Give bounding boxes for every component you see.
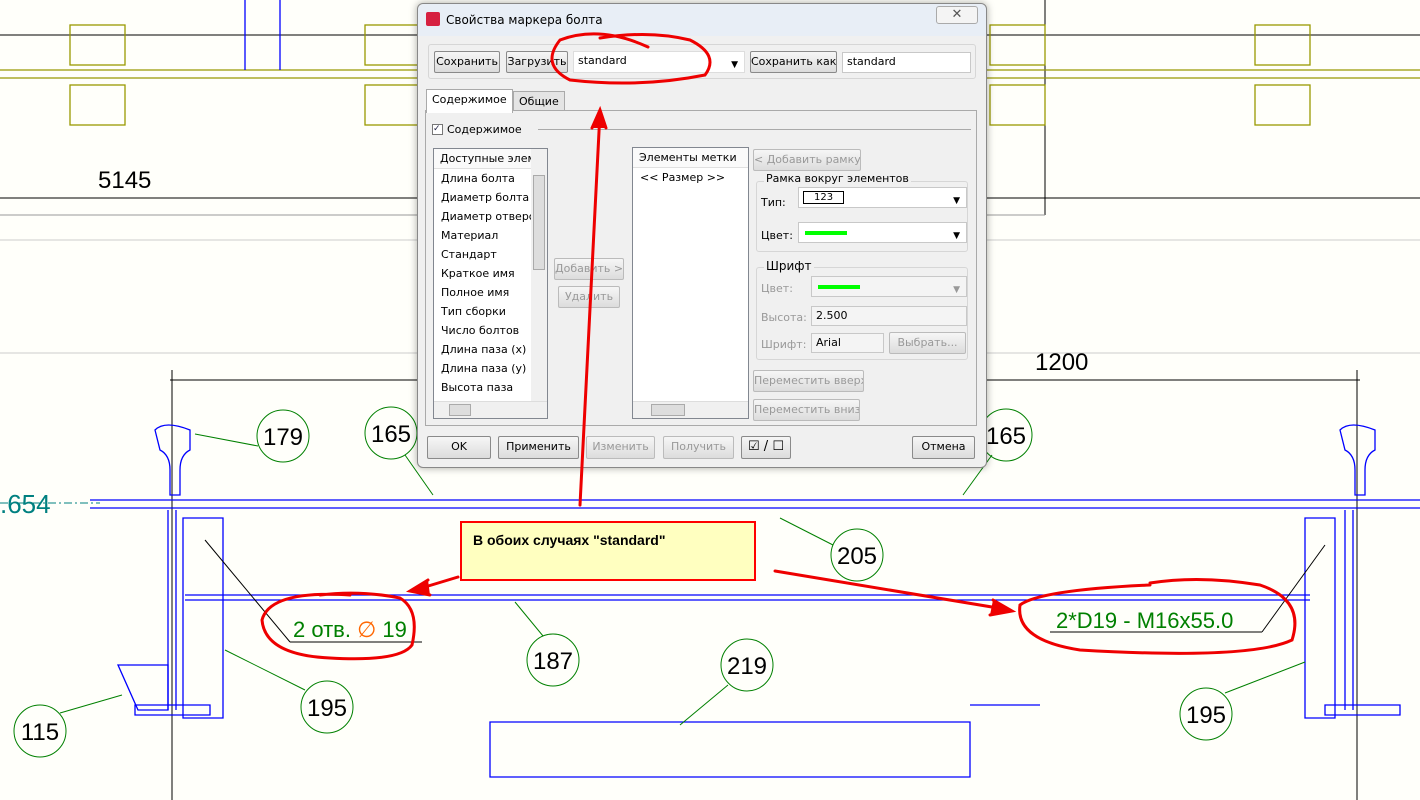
marker-elements-list[interactable]: Элементы метки << Размер >> — [632, 147, 749, 419]
bolt-label: 2*D19 - M16x55.0 — [1056, 608, 1233, 633]
font-height-label: Высота: — [761, 311, 807, 324]
font-name-label: Шрифт: — [761, 338, 807, 351]
svg-text:195: 195 — [307, 695, 347, 722]
callout-box: В обоих случаях "standard" — [460, 521, 756, 581]
tab-content[interactable]: Содержимое — [426, 89, 513, 113]
save-button[interactable]: Сохранить — [434, 51, 500, 73]
load-button[interactable]: Загрузить — [506, 51, 568, 73]
hole-label: 2 отв. ∅ 19 — [293, 617, 407, 642]
color-swatch — [805, 231, 847, 235]
svg-text:195: 195 — [1186, 702, 1226, 729]
dialog-title: Свойства маркера болта — [446, 13, 603, 27]
frame-type-select[interactable]: 123 ▼ — [798, 187, 967, 208]
dimension-5145: 5145 — [98, 167, 151, 194]
remove-button[interactable]: Удалить — [558, 286, 620, 308]
horizontal-scrollbar[interactable] — [633, 401, 748, 418]
part-bubble: 179 — [194, 409, 310, 463]
content-checkbox-label: Содержимое — [447, 123, 522, 136]
svg-text:165: 165 — [371, 421, 411, 448]
bolt-marker-properties-dialog: Свойства маркера болта ✕ Сохранить Загру… — [417, 3, 987, 468]
cancel-button[interactable]: Отмена — [912, 436, 975, 459]
save-as-button[interactable]: Сохранить как — [750, 51, 837, 73]
save-as-name-input[interactable]: standard — [842, 52, 971, 73]
svg-text:219: 219 — [727, 653, 767, 680]
chevron-down-icon: ▼ — [953, 285, 960, 295]
vertical-scrollbar[interactable] — [531, 149, 547, 401]
preset-combo[interactable]: standard ▼ — [573, 51, 745, 73]
apply-button[interactable]: Применить — [498, 436, 579, 459]
ok-button[interactable]: OK — [427, 436, 491, 459]
list-item[interactable]: << Размер >> — [633, 168, 748, 187]
get-button[interactable]: Получить — [663, 436, 734, 459]
part-bubble: 115 — [13, 694, 123, 758]
toggle-all-button[interactable]: ☑ / ☐ — [741, 436, 791, 459]
horizontal-scrollbar[interactable] — [434, 401, 547, 418]
dimension-elevation: .654 — [0, 489, 51, 519]
move-up-button[interactable]: Переместить вверх — [753, 370, 864, 392]
frame-group-title: Рамка вокруг элементов — [764, 172, 911, 185]
font-color-select[interactable]: ▼ — [811, 276, 967, 297]
chevron-down-icon: ▼ — [953, 196, 960, 206]
part-bubble: 187 — [514, 601, 580, 687]
frame-type-value: 123 — [803, 191, 845, 204]
svg-text:205: 205 — [837, 543, 877, 570]
add-frame-button[interactable]: < Добавить рамку — [753, 149, 861, 171]
tab-general[interactable]: Общие — [513, 91, 565, 112]
svg-text:165: 165 — [986, 423, 1026, 450]
svg-text:115: 115 — [21, 719, 59, 746]
move-down-button[interactable]: Переместить вниз — [753, 399, 860, 421]
frame-color-select[interactable]: ▼ — [798, 222, 967, 243]
available-elements-list[interactable]: Доступные элем Длина болта Диаметр болта Д… — [433, 148, 548, 419]
font-group-title: Шрифт — [764, 259, 814, 273]
chevron-down-icon: ▼ — [953, 231, 960, 241]
title-bar[interactable]: Свойства маркера болта ✕ — [418, 4, 986, 36]
part-bubble: 205 — [779, 517, 884, 582]
part-bubble: 195 — [224, 649, 354, 734]
svg-text:179: 179 — [263, 424, 303, 451]
part-bubble: 195 — [1179, 661, 1306, 741]
svg-text:187: 187 — [533, 648, 573, 675]
content-checkbox[interactable]: ✓ — [432, 124, 443, 135]
choose-font-button[interactable]: Выбрать... — [889, 332, 966, 354]
svg-text:В обоих случаях "standard": В обоих случаях "standard" — [473, 532, 665, 548]
divider — [538, 129, 971, 130]
font-color-label: Цвет: — [761, 282, 793, 295]
modify-button[interactable]: Изменить — [586, 436, 655, 459]
frame-color-label: Цвет: — [761, 229, 793, 242]
list-header: Элементы метки — [633, 148, 748, 168]
font-name-input[interactable]: Arial — [811, 333, 884, 353]
font-height-input[interactable]: 2.500 — [811, 306, 967, 326]
close-button[interactable]: ✕ — [936, 6, 978, 24]
preset-value: standard — [578, 54, 627, 67]
chevron-down-icon: ▼ — [731, 60, 738, 70]
frame-type-label: Тип: — [761, 196, 786, 209]
color-swatch — [818, 285, 860, 289]
dimension-1200: 1200 — [1035, 349, 1088, 376]
add-button[interactable]: Добавить > — [554, 258, 624, 280]
app-icon — [426, 12, 440, 26]
part-bubble: 219 — [679, 638, 774, 726]
